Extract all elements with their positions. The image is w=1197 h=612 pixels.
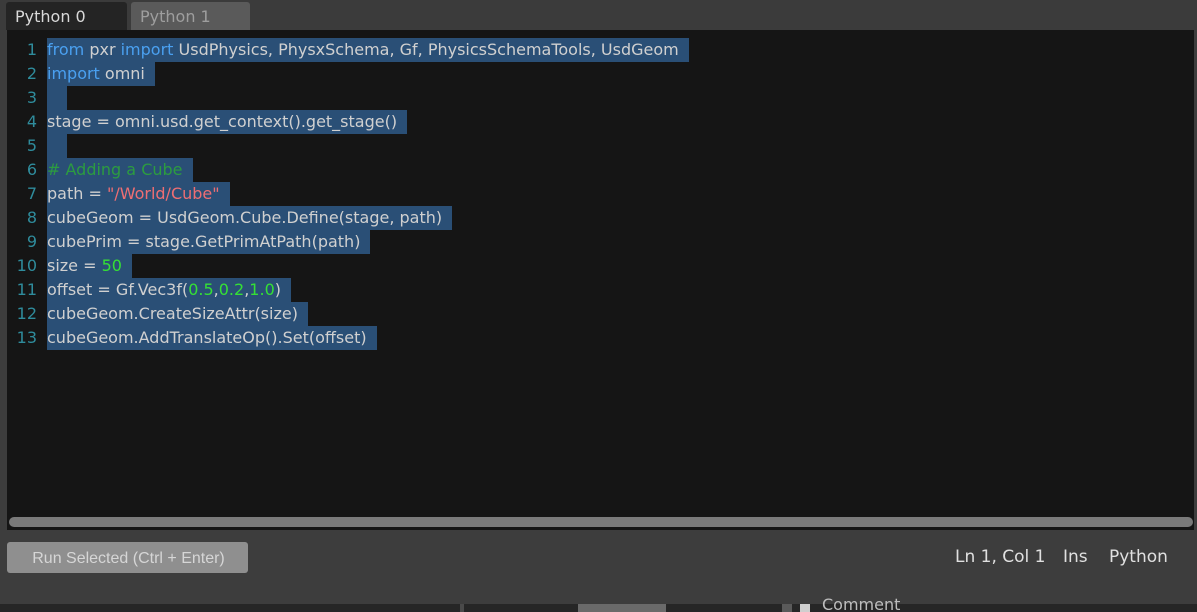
insert-mode-status: Ins (1063, 547, 1088, 567)
code-token: 0.2 (218, 280, 245, 299)
lower-panel-thumbnail (578, 604, 666, 612)
line-number: 10 (16, 256, 37, 275)
line-number: 1 (26, 40, 37, 59)
line-number: 3 (26, 88, 37, 107)
code-text: size = 50 (47, 254, 132, 278)
line-number: 13 (16, 328, 37, 347)
code-token: UsdPhysics, PhysxSchema, Gf, PhysicsSche… (173, 40, 679, 59)
code-token: ) (274, 280, 281, 299)
tab-python-0[interactable]: Python 0 (6, 2, 127, 30)
code-text: stage = omni.usd.get_context().get_stage… (47, 110, 408, 134)
line-number: 6 (26, 160, 37, 179)
code-token: path = (47, 184, 107, 203)
line-number: 11 (16, 280, 37, 299)
language-status: Python (1109, 547, 1168, 567)
code-editor[interactable]: 1 from pxr import UsdPhysics, PhysxSchema… (7, 30, 1194, 530)
code-text: cubePrim = stage.GetPrimAtPath(path) (47, 230, 371, 254)
code-token: size = (47, 256, 102, 275)
code-text: # Adding a Cube (47, 158, 193, 182)
code-token: cubeGeom = UsdGeom.Cube.Define(stage, pa… (47, 208, 443, 227)
code-token: cubeGeom.AddTranslateOp().Set(offset) (47, 328, 367, 347)
horizontal-scrollbar[interactable] (9, 517, 1193, 527)
code-token: "/World/Cube" (106, 184, 220, 203)
code-text: cubeGeom.AddTranslateOp().Set(offset) (47, 326, 377, 350)
code-text (47, 86, 67, 110)
code-token: offset = Gf.Vec3f( (47, 280, 189, 299)
code-token: 0.5 (188, 280, 214, 299)
tab-bar: Python 0 Python 1 (0, 0, 1197, 30)
code-token: import (120, 40, 174, 59)
lower-panel-label: Comment (822, 596, 901, 612)
code-text: cubeGeom.CreateSizeAttr(size) (47, 302, 308, 326)
code-text (47, 134, 67, 158)
code-text: cubeGeom = UsdGeom.Cube.Define(stage, pa… (47, 206, 453, 230)
lower-panel-handle (782, 604, 792, 612)
line-number: 9 (26, 232, 37, 251)
line-number: 5 (26, 136, 37, 155)
code-token: cubeGeom.CreateSizeAttr(size) (47, 304, 298, 323)
line-number: 7 (26, 184, 37, 203)
code-token: # Adding a Cube (47, 160, 183, 179)
code-token: 50 (101, 256, 122, 275)
line-number: 12 (16, 304, 37, 323)
code-token: cubePrim = stage.GetPrimAtPath(path) (47, 232, 361, 251)
script-editor-window: Python 0 Python 1 1 from pxr import UsdPh… (0, 0, 1197, 612)
line-number: 2 (26, 64, 37, 83)
lower-panel-divider (460, 604, 464, 612)
line-number: 8 (26, 208, 37, 227)
cursor-position-status: Ln 1, Col 1 (955, 547, 1046, 567)
code-token: omni (99, 64, 145, 83)
code-token: stage = omni.usd.get_context().get_stage… (47, 112, 398, 131)
code-token: pxr (84, 40, 121, 59)
tab-python-1[interactable]: Python 1 (131, 2, 250, 30)
lower-panel-checkbox[interactable] (800, 604, 810, 612)
code-token: import (47, 64, 100, 83)
line-number: 4 (26, 112, 37, 131)
code-text: offset = Gf.Vec3f(0.5,0.2,1.0) (47, 278, 291, 302)
code-token: 1.0 (249, 280, 275, 299)
run-selected-button[interactable]: Run Selected (Ctrl + Enter) (7, 542, 248, 573)
code-text: from pxr import UsdPhysics, PhysxSchema,… (47, 38, 689, 62)
code-text: path = "/World/Cube" (47, 182, 230, 206)
code-text: import omni (47, 62, 155, 86)
code-token: from (47, 40, 85, 59)
